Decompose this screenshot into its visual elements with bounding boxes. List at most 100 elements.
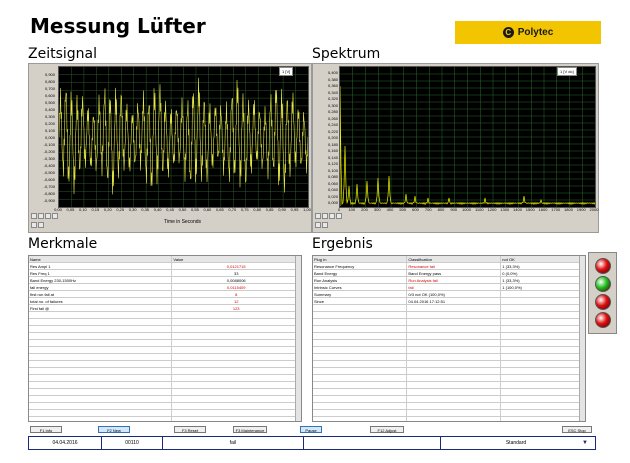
- y-tick-label: 0,120: [327, 161, 338, 166]
- merkmale-value-cell: 123: [171, 304, 301, 312]
- scale-y-icon[interactable]: [315, 221, 321, 228]
- empty-row: [29, 360, 301, 368]
- function-button-bar: F1 Info F2 New F3 Reset F3 Maintenance Pause…: [28, 426, 594, 434]
- table-row[interactable]: Run Analysis Run Analysis fail 1 (33,3%): [313, 276, 585, 284]
- status-lamp-icon: [595, 258, 611, 274]
- scale-x-icon[interactable]: [336, 213, 342, 219]
- empty-row: [313, 318, 585, 326]
- y-tick-label: 0,340: [327, 89, 338, 95]
- merkmale-value-cell: 0,0115409: [171, 283, 301, 291]
- chevron-down-icon[interactable]: ▼: [582, 437, 588, 449]
- y-tick-label: 0,200: [44, 121, 55, 126]
- table-row[interactable]: Band Energy Band Energy pass 0 (0,0%): [313, 269, 585, 277]
- empty-row: [313, 395, 585, 403]
- merkmale-scrollbar[interactable]: [295, 256, 301, 421]
- mode-select-value: Standard: [505, 440, 527, 446]
- y-tick-label: 0,360: [327, 83, 338, 88]
- scale-y-icon[interactable]: [31, 221, 37, 228]
- empty-row: [29, 388, 301, 396]
- cursor-icon[interactable]: [45, 213, 51, 219]
- y-tick-label: 0,220: [327, 128, 338, 134]
- status-date: 04.04.2016: [29, 437, 102, 449]
- zeitsignal-waveform: [59, 67, 308, 207]
- empty-row: [313, 381, 585, 389]
- y-tick-label: 0,100: [327, 167, 338, 173]
- ergebnis-classification-cell: Run Analysis fail: [406, 276, 502, 284]
- merkmale-value-cell: 0,0088006: [171, 276, 301, 284]
- ergebnis-count-cell: 1 (100,0%): [500, 283, 585, 291]
- table-row[interactable]: Since 04.04.2016 17:12:51: [313, 297, 585, 305]
- empty-row: [313, 402, 585, 410]
- y-tick-label: 0,240: [327, 122, 338, 127]
- y-tick-label: 0,160: [327, 148, 338, 153]
- table-row[interactable]: fail energy 0,0115409: [29, 283, 301, 291]
- empty-row: [313, 353, 585, 361]
- merkmale-value-cell: 8: [171, 290, 301, 298]
- cursor-icon[interactable]: [329, 213, 335, 219]
- table-row[interactable]: Res Ampl 1 0,0121715: [29, 262, 301, 270]
- y-tick-label: 0,140: [327, 154, 338, 160]
- y-tick-label: 0,320: [327, 96, 338, 101]
- table-row[interactable]: Summary 0/3 not OK (100,0%): [313, 290, 585, 298]
- zeitsignal-y-axis: 0,900 0,800 0,700 0,600 0,500 0,400 0,300 0,200…: [31, 64, 57, 208]
- spektrum-plot[interactable]: [339, 66, 596, 208]
- empty-row: [313, 367, 585, 375]
- autoscale-icon[interactable]: [38, 221, 44, 228]
- ergebnis-scrollbar[interactable]: [579, 256, 585, 421]
- scale-x-icon[interactable]: [52, 213, 58, 219]
- merkmale-table[interactable]: Name Value Res Ampl 1 0,0121715 Res Freq 1…: [28, 255, 302, 422]
- empty-row: [29, 395, 301, 403]
- esc-stop-button[interactable]: ESC Stop: [562, 426, 592, 433]
- f12-adjust-button[interactable]: F12 Adjust: [370, 426, 404, 433]
- ergebnis-title: Ergebnis: [312, 236, 373, 252]
- ergebnis-table[interactable]: Plug In Classification not OK Resonance …: [312, 255, 586, 422]
- empty-row: [313, 332, 585, 340]
- y-tick-label: 0,020: [327, 193, 338, 199]
- zoom-icon[interactable]: [315, 213, 321, 219]
- table-row[interactable]: total no. of failures 12: [29, 297, 301, 305]
- spektrum-x-axis: 0 100 200 300 400 500 600 700 800 900 1000 1100 1200…: [329, 207, 604, 214]
- x-tick-label: 2000: [589, 207, 599, 212]
- y-tick-label: 0,280: [327, 109, 338, 114]
- table-row[interactable]: first run fail at 8: [29, 290, 301, 298]
- table-row[interactable]: First fail @123: [29, 304, 301, 312]
- table-row[interactable]: Band Energy 230-1500Hz 0,0088006: [29, 276, 301, 284]
- y-tick-label: 0,300: [44, 114, 55, 119]
- zeitsignal-x-label: Time in Seconds: [163, 219, 202, 225]
- f2-new-button[interactable]: F2 New: [98, 426, 130, 433]
- pan-icon[interactable]: [322, 213, 328, 219]
- ergebnis-count-cell: 1 (33,3%): [500, 276, 585, 284]
- merkmale-title: Merkmale: [28, 236, 98, 252]
- f1-info-button[interactable]: F1 Info: [30, 426, 62, 433]
- zeitsignal-plot[interactable]: [58, 66, 309, 208]
- merkmale-value-cell: 12: [171, 297, 301, 305]
- status-lamps: [588, 252, 617, 334]
- f3-maintenance-button[interactable]: F3 Maintenance: [233, 426, 267, 433]
- y-tick-label: -0,100: [43, 142, 55, 147]
- empty-row: [29, 353, 301, 361]
- zeitsignal-graph-tools[interactable]: [31, 213, 61, 229]
- ergebnis-classification-cell: 04.04.2016 17:12:51: [406, 297, 502, 305]
- zoom-icon[interactable]: [31, 213, 37, 219]
- empty-row: [313, 360, 585, 368]
- table-row[interactable]: Resonance Frequency Resonance fail 1 (33,3…: [313, 262, 585, 270]
- y-tick-label: 0,200: [327, 135, 338, 140]
- spektrum-graph-tools[interactable]: [315, 213, 345, 229]
- empty-row: [29, 402, 301, 410]
- empty-row: [313, 416, 585, 421]
- table-row[interactable]: Intrinsic Curves fail 1 (100,0%): [313, 283, 585, 291]
- empty-row: [313, 374, 585, 382]
- empty-row: [313, 346, 585, 354]
- polytec-logo-text: Polytec: [517, 27, 554, 38]
- y-tick-label: -0,600: [43, 177, 55, 182]
- zeitsignal-legend: 1 [V]: [279, 67, 294, 76]
- f3-reset-button[interactable]: F3 Reset: [174, 426, 206, 433]
- ergebnis-plugin-cell: Since: [313, 297, 408, 305]
- pan-icon[interactable]: [38, 213, 44, 219]
- autoscale-icon[interactable]: [322, 221, 328, 228]
- mode-select[interactable]: Standard ▼: [441, 437, 591, 449]
- table-row[interactable]: Res Freq 1 33: [29, 269, 301, 277]
- pause-button[interactable]: Pause: [300, 426, 322, 433]
- empty-row: [313, 311, 585, 319]
- y-tick-label: -0,300: [43, 156, 55, 161]
